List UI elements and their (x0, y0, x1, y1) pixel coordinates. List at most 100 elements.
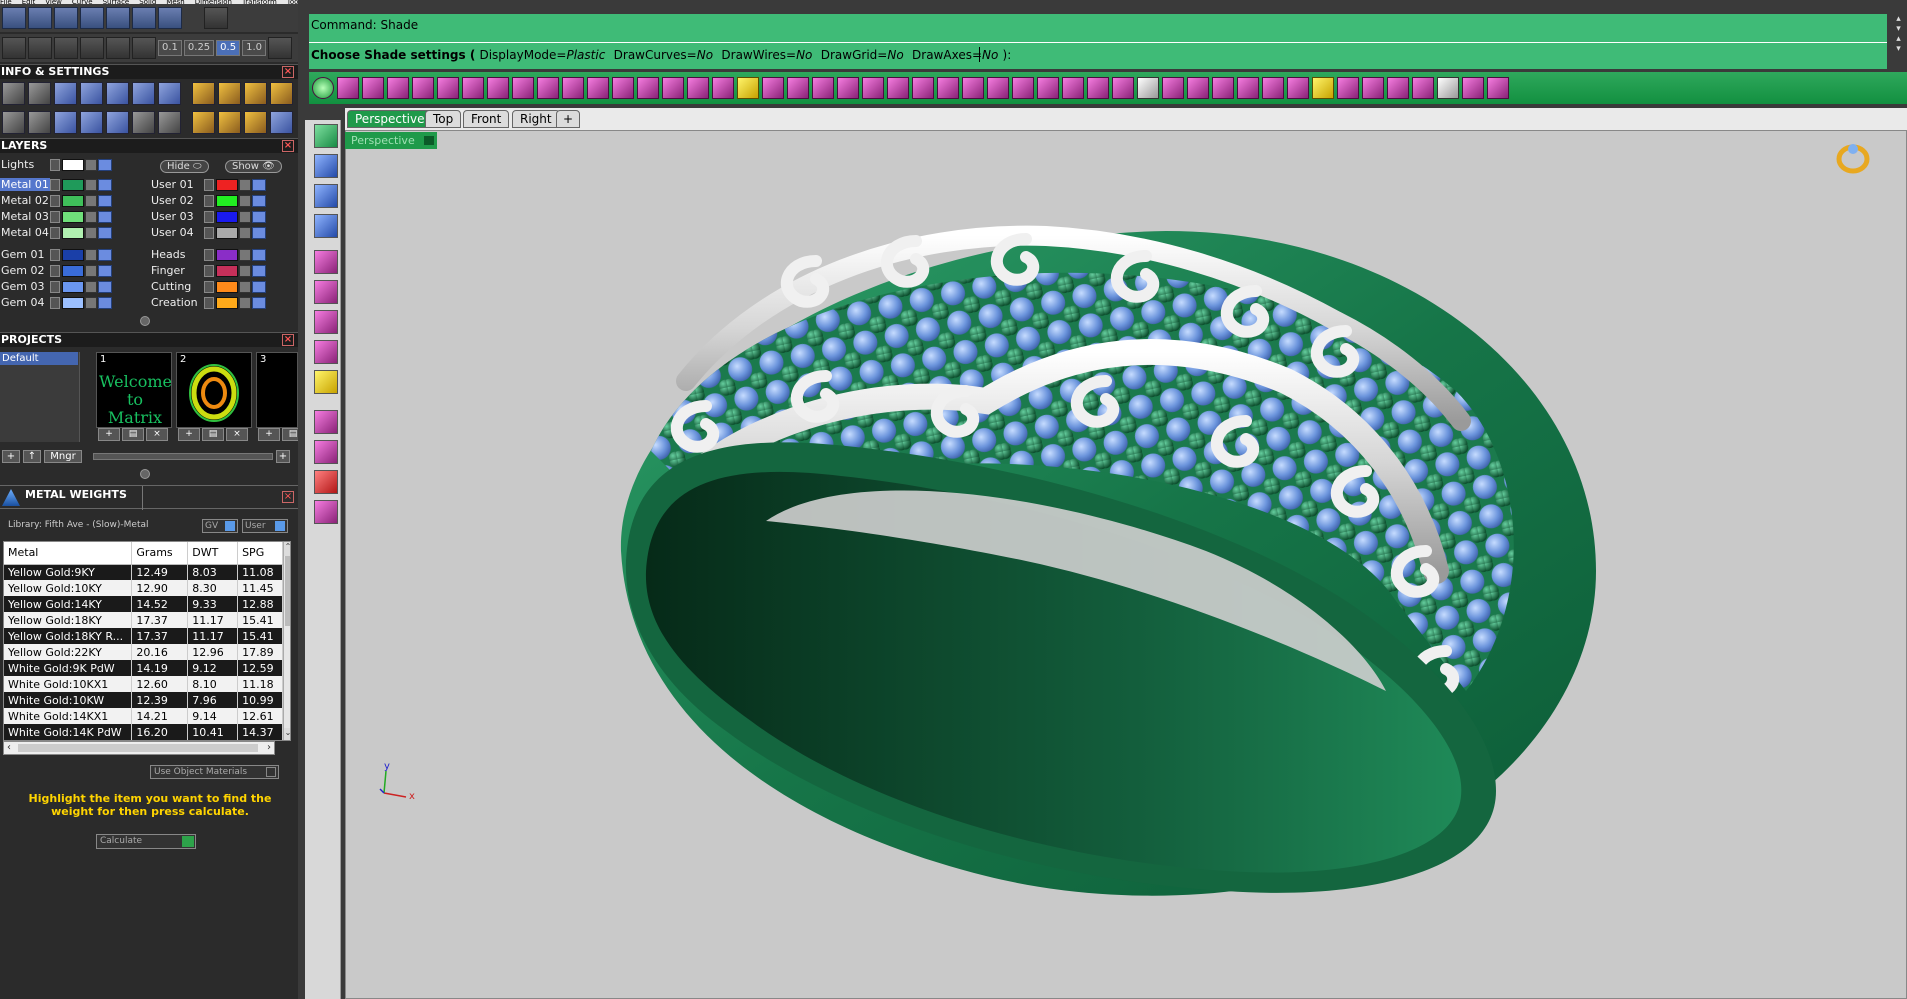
toolbar-tool-icon[interactable] (1112, 77, 1134, 99)
command-scroll[interactable]: ▴ ▾ ▴ ▾ (1890, 14, 1907, 69)
toolbar-tool-icon[interactable] (662, 77, 684, 99)
toolbar-tool-icon[interactable] (1087, 77, 1109, 99)
manager-button[interactable]: Mngr (44, 449, 82, 463)
opt-drawgrid[interactable]: DrawGrid=No (821, 48, 904, 62)
layer-color-swatch[interactable] (62, 226, 84, 239)
table-row[interactable]: Yellow Gold:18KY 17.37 11.17 15.41 (4, 612, 283, 628)
expand-arrow-icon[interactable] (50, 280, 60, 293)
layer-row[interactable]: Metal 01 (0, 177, 113, 192)
use-object-materials-button[interactable]: Use Object Materials (150, 765, 279, 779)
projects-scrollbar[interactable] (93, 452, 273, 460)
visibility-toggle[interactable] (252, 296, 266, 309)
visibility-toggle[interactable] (252, 178, 266, 191)
cube-view-icon[interactable] (28, 37, 52, 59)
toolbar-tool-icon[interactable] (1387, 77, 1409, 99)
expand-arrow-icon[interactable] (50, 178, 60, 191)
table-row[interactable]: Yellow Gold:14KY 14.52 9.33 12.88 (4, 596, 283, 612)
column-header[interactable]: SPG (237, 542, 283, 565)
layer-color-swatch[interactable] (62, 280, 84, 293)
render3-icon[interactable] (244, 110, 267, 134)
tab-add[interactable]: + (556, 110, 581, 128)
layer-row[interactable]: Cutting (150, 279, 267, 294)
layer-color-swatch[interactable] (62, 178, 84, 191)
toolbar-tool-icon[interactable] (987, 77, 1009, 99)
toolbar-tool-icon[interactable] (412, 77, 434, 99)
toolbar-tool-icon[interactable] (562, 77, 584, 99)
table-vertical-scrollbar[interactable]: ⌃ ⌄ (283, 542, 290, 740)
lock-icon[interactable] (239, 226, 251, 239)
layer-row[interactable]: Metal 03 (0, 209, 113, 224)
toolbar-tool-icon[interactable] (512, 77, 534, 99)
vertical-tool-icon[interactable] (314, 440, 338, 464)
delete-icon[interactable]: × (146, 428, 168, 441)
toolbar-tool-icon[interactable] (912, 77, 934, 99)
layer-color-swatch[interactable] (62, 194, 84, 207)
command-prompt[interactable]: Choose Shade settings ( DisplayMode=Plas… (311, 48, 1011, 62)
visibility-toggle[interactable] (98, 210, 112, 223)
toolbar-tool-icon[interactable] (962, 77, 984, 99)
layer-color-swatch[interactable] (216, 210, 238, 223)
toolbar-tool-icon[interactable] (862, 77, 884, 99)
toolbar-tool-icon[interactable] (462, 77, 484, 99)
scroll-right-icon[interactable]: › (267, 742, 271, 754)
layer-row[interactable]: User 01 (150, 177, 267, 192)
opt-drawwires[interactable]: DrawWires=No (721, 48, 812, 62)
collapse-handle-icon[interactable] (140, 469, 150, 479)
lock-icon[interactable] (85, 280, 97, 293)
toolbar-tool-icon[interactable] (1012, 77, 1034, 99)
dimension-tool-icon[interactable] (158, 7, 182, 29)
tab-front[interactable]: Front (463, 110, 510, 128)
files-icon[interactable] (80, 81, 103, 105)
lock-icon[interactable] (85, 264, 97, 277)
axis-icon[interactable] (132, 37, 156, 59)
visibility-toggle[interactable] (252, 226, 266, 239)
toolbar-tool-icon[interactable] (1437, 77, 1459, 99)
table-horizontal-scrollbar[interactable]: ‹ › (3, 741, 275, 755)
snap-0.1[interactable]: 0.1 (158, 40, 182, 56)
project-thumb-2[interactable]: 2 (176, 352, 252, 428)
lock-icon[interactable] (239, 194, 251, 207)
toolbar-tool-icon[interactable] (1212, 77, 1234, 99)
plane-icon[interactable] (106, 37, 130, 59)
save-icon[interactable]: ▤ (122, 428, 144, 441)
close-icon[interactable]: × (282, 140, 294, 152)
mesh-tool-icon[interactable] (132, 7, 156, 29)
vertical-tool-icon[interactable] (314, 410, 338, 434)
frame2-icon[interactable] (244, 81, 267, 105)
lock-icon[interactable] (85, 178, 97, 191)
expand-arrow-icon[interactable] (204, 210, 214, 223)
lock-icon[interactable] (239, 248, 251, 261)
table-row[interactable]: White Gold:9K PdW 14.19 9.12 12.59 (4, 660, 283, 676)
expand-arrow-icon[interactable] (204, 264, 214, 277)
visibility-toggle[interactable] (252, 280, 266, 293)
toolbar-tool-icon[interactable] (687, 77, 709, 99)
table-row[interactable]: White Gold:14K PdW 16.20 10.41 14.37 (4, 724, 283, 740)
toolbar-tool-icon[interactable] (1037, 77, 1059, 99)
expand-arrow-icon[interactable] (50, 248, 60, 261)
expand-arrow-icon[interactable] (204, 178, 214, 191)
magnify-icon[interactable] (28, 81, 51, 105)
tab-right[interactable]: Right (512, 110, 560, 128)
lock-icon[interactable] (85, 226, 97, 239)
opt-displaymode[interactable]: DisplayMode=Plastic (479, 48, 605, 62)
expand-arrow-icon[interactable] (50, 226, 60, 239)
toolbar-tool-icon[interactable] (1412, 77, 1434, 99)
visibility-toggle[interactable] (98, 280, 112, 293)
visibility-toggle[interactable] (98, 248, 112, 261)
render2-icon[interactable] (218, 110, 241, 134)
expand-arrow-icon[interactable] (204, 226, 214, 239)
toolbar-tool-icon[interactable] (1312, 77, 1334, 99)
visibility-toggle[interactable] (98, 226, 112, 239)
vertical-tool-icon[interactable] (314, 340, 338, 364)
play-icon[interactable] (182, 836, 194, 847)
render4-icon[interactable] (270, 110, 293, 134)
close-icon[interactable]: × (282, 334, 294, 346)
curve-tool-icon[interactable] (54, 7, 78, 29)
user-toggle[interactable]: User (242, 519, 288, 533)
layer-color-swatch[interactable] (62, 296, 84, 309)
toolbar-tool-icon[interactable] (362, 77, 384, 99)
add-icon[interactable]: + (98, 428, 120, 441)
toolbar-tool-icon[interactable] (1062, 77, 1084, 99)
scroll-thumb[interactable] (285, 556, 290, 626)
table-row[interactable]: Yellow Gold:9KY 12.49 8.03 11.08 (4, 564, 283, 580)
